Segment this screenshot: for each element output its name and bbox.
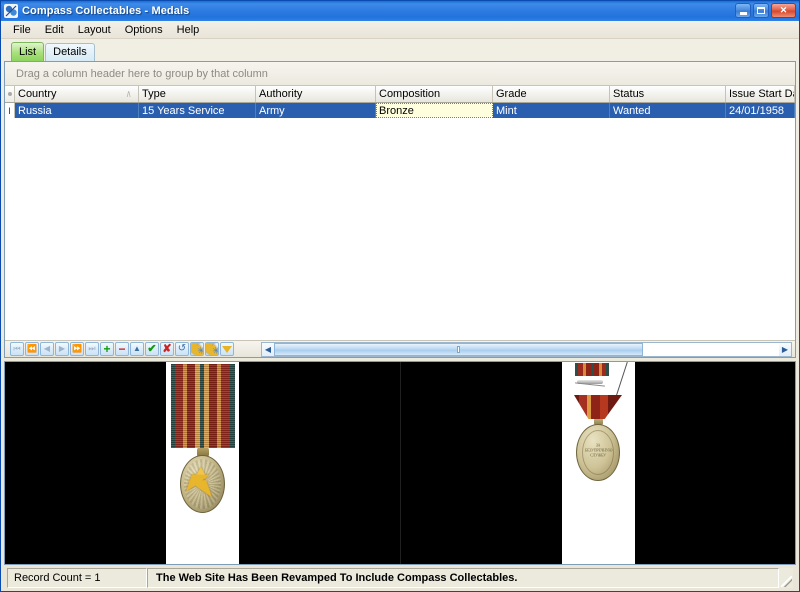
column-header-authority[interactable]: Authority <box>256 86 376 102</box>
column-header-issue-start-date[interactable]: Issue Start Date <box>726 86 795 102</box>
medal-disc-obverse <box>180 455 225 513</box>
medal-reverse-image: ЗА БЕЗУПРЕЧНУЮ СЛУЖБУ <box>561 362 635 564</box>
title-bar[interactable]: Compass Collectables - Medals ✕ <box>1 1 799 21</box>
resize-grip[interactable] <box>779 568 793 588</box>
delete-record-button[interactable]: − <box>115 342 129 356</box>
cell-country[interactable]: Russia <box>15 103 139 118</box>
window-controls: ✕ <box>735 3 796 18</box>
prior-record-icon: ◀ <box>43 344 51 353</box>
status-message-panel: The Web Site Has Been Revamped To Includ… <box>147 568 779 588</box>
scrollbar-thumb[interactable] <box>274 342 643 356</box>
record-navigator: ⏮ ⏪ ◀ ▶ ⏩ ⏭ + − ▲ ✔ ✘ ↺ ✳ ✳ <box>8 342 237 357</box>
row-indicator: I <box>5 103 15 118</box>
scroll-left-button[interactable]: ◀ <box>262 342 274 356</box>
medal-disc-reverse: ЗА БЕЗУПРЕЧНУЮ СЛУЖБУ <box>576 424 620 481</box>
post-edit-button[interactable]: ✔ <box>145 342 159 356</box>
bookmark-goto-button[interactable]: ✳ <box>205 342 219 356</box>
column-header-grade[interactable]: Grade <box>493 86 610 102</box>
tab-strip: List Details <box>4 41 796 61</box>
scrollbar-track[interactable] <box>274 342 779 356</box>
refresh-icon: ↺ <box>177 343 187 354</box>
prior-page-button[interactable]: ⏪ <box>25 342 39 356</box>
first-record-button[interactable]: ⏮ <box>10 342 24 356</box>
column-header-type[interactable]: Type <box>139 86 256 102</box>
insert-record-button[interactable]: + <box>100 342 114 356</box>
plus-icon: + <box>103 342 111 356</box>
cancel-edit-button[interactable]: ✘ <box>160 342 174 356</box>
last-record-button[interactable]: ⏭ <box>85 342 99 356</box>
grid-footer: ⏮ ⏪ ◀ ▶ ⏩ ⏭ + − ▲ ✔ ✘ ↺ ✳ ✳ ◀ ▶ <box>5 340 795 357</box>
medal-obverse-image <box>166 362 239 564</box>
status-bar: Record Count = 1 The Web Site Has Been R… <box>7 568 793 588</box>
next-page-button[interactable]: ⏩ <box>70 342 84 356</box>
menu-item-edit[interactable]: Edit <box>38 22 71 38</box>
gold-star-icon <box>187 471 218 497</box>
image-slot-left[interactable] <box>5 362 400 564</box>
menu-bar: File Edit Layout Options Help <box>1 21 799 39</box>
menu-item-file[interactable]: File <box>6 22 38 38</box>
image-slot-right[interactable]: ЗА БЕЗУПРЕЧНУЮ СЛУЖБУ <box>400 362 795 564</box>
asterisk-icon: ✳ <box>191 343 203 355</box>
column-header-country[interactable]: Country ∧ <box>15 86 139 102</box>
window-title: Compass Collectables - Medals <box>22 5 190 17</box>
medal-images-panel: ЗА БЕЗУПРЕЧНУЮ СЛУЖБУ <box>4 361 796 565</box>
cell-issue-start-date[interactable]: 24/01/1958 <box>726 103 795 118</box>
navigator-spacer <box>237 342 259 357</box>
last-record-icon: ⏭ <box>88 344 96 353</box>
cell-authority[interactable]: Army <box>256 103 376 118</box>
application-window: Compass Collectables - Medals ✕ File Edi… <box>0 0 800 592</box>
column-header-status[interactable]: Status <box>610 86 726 102</box>
minus-icon: − <box>118 342 126 356</box>
cell-composition-editor[interactable]: Bronze <box>376 103 493 118</box>
cell-grade[interactable]: Mint <box>493 103 610 118</box>
tab-list[interactable]: List <box>11 42 45 61</box>
column-header-composition[interactable]: Composition <box>376 86 493 102</box>
pin-ribbon-bar <box>575 363 609 376</box>
scrollbar-grip-icon <box>456 345 460 353</box>
first-record-icon: ⏮ <box>13 344 21 353</box>
filter-button[interactable] <box>220 342 234 356</box>
medal-engraving-text: ЗА БЕЗУПРЕЧНУЮ СЛУЖБУ <box>585 442 613 458</box>
app-icon <box>4 4 18 18</box>
refresh-button[interactable]: ↺ <box>175 342 189 356</box>
menu-item-layout[interactable]: Layout <box>71 22 118 38</box>
sort-ascending-icon: ∧ <box>125 89 132 100</box>
medal-pin-hardware <box>569 362 628 405</box>
table-row[interactable]: I Russia 15 Years Service Army Bronze Mi… <box>5 103 795 118</box>
cell-type[interactable]: 15 Years Service <box>139 103 256 118</box>
next-record-icon: ▶ <box>58 344 66 353</box>
tab-details[interactable]: Details <box>45 43 95 61</box>
cell-status[interactable]: Wanted <box>610 103 726 118</box>
medals-grid: Drag a column header here to group by th… <box>4 61 796 358</box>
grid-empty-area[interactable] <box>5 118 795 340</box>
checkmark-icon: ✔ <box>147 342 157 355</box>
bookmark-button[interactable]: ✳ <box>190 342 204 356</box>
grid-header-row: Country ∧ Type Authority Composition Gra… <box>5 86 795 103</box>
triangle-up-icon: ▲ <box>133 344 141 353</box>
maximize-button[interactable] <box>753 3 769 18</box>
medal-ribbon-reverse <box>574 395 622 419</box>
funnel-icon <box>222 345 232 353</box>
close-button[interactable]: ✕ <box>771 3 796 18</box>
minimize-button[interactable] <box>735 3 751 18</box>
edit-record-button[interactable]: ▲ <box>130 342 144 356</box>
record-count-panel: Record Count = 1 <box>7 568 147 588</box>
medal-ribbon-obverse <box>170 364 235 448</box>
prior-page-icon: ⏪ <box>27 344 37 353</box>
indicator-dot-icon <box>7 92 12 96</box>
indicator-column-header <box>5 86 15 102</box>
menu-item-options[interactable]: Options <box>118 22 170 38</box>
next-page-icon: ⏩ <box>72 344 82 353</box>
prior-record-button[interactable]: ◀ <box>40 342 54 356</box>
horizontal-scrollbar[interactable]: ◀ ▶ <box>261 341 792 357</box>
next-record-button[interactable]: ▶ <box>55 342 69 356</box>
client-area: List Details Drag a column header here t… <box>1 39 799 591</box>
cross-icon: ✘ <box>162 342 172 355</box>
asterisk-outline-icon: ✳ <box>206 343 218 355</box>
menu-item-help[interactable]: Help <box>170 22 207 38</box>
group-by-panel[interactable]: Drag a column header here to group by th… <box>5 62 795 86</box>
column-header-country-label: Country <box>18 88 57 100</box>
scroll-right-button[interactable]: ▶ <box>779 342 791 356</box>
